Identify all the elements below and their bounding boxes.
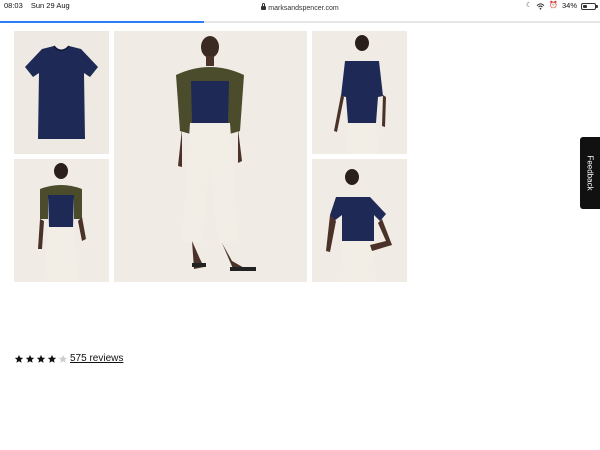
model-back-picture bbox=[312, 31, 407, 154]
star-empty-icon bbox=[58, 354, 68, 363]
wifi-icon bbox=[536, 2, 545, 10]
shirt-flatlay-picture bbox=[14, 31, 109, 154]
product-image-shirt-flatlay[interactable] bbox=[14, 31, 109, 154]
reviews-link[interactable]: 575 reviews bbox=[70, 352, 123, 365]
product-image-model-main[interactable] bbox=[114, 31, 307, 282]
product-image-model-front[interactable] bbox=[312, 159, 407, 282]
battery-percent: 34% bbox=[561, 1, 577, 10]
address-bar[interactable]: marksandspencer.com bbox=[0, 3, 600, 15]
model-cardigan-picture bbox=[14, 159, 109, 282]
product-image-model-with-cardigan[interactable] bbox=[14, 159, 109, 282]
page-load-progress bbox=[0, 21, 600, 23]
star-filled-icon bbox=[36, 354, 46, 363]
rating-stars bbox=[14, 354, 69, 364]
battery-icon bbox=[581, 2, 598, 10]
lock-icon bbox=[261, 3, 267, 10]
product-image-model-back[interactable] bbox=[312, 31, 407, 154]
star-filled-icon bbox=[47, 354, 57, 363]
feedback-label: Feedback bbox=[585, 155, 595, 191]
model-front-picture bbox=[312, 159, 407, 282]
model-main-picture bbox=[114, 31, 307, 282]
star-filled-icon bbox=[14, 354, 24, 363]
alarm-icon: ⏰ bbox=[549, 2, 558, 9]
moon-icon: ☾ bbox=[525, 2, 533, 9]
product-rating: 575 reviews bbox=[14, 352, 123, 365]
status-bar: 08:03 Sun 29 Aug marksandspencer.com ☾ ⏰… bbox=[0, 0, 600, 12]
star-filled-icon bbox=[25, 354, 35, 363]
url-text: marksandspencer.com bbox=[268, 5, 339, 12]
feedback-button[interactable]: Feedback bbox=[580, 137, 600, 209]
